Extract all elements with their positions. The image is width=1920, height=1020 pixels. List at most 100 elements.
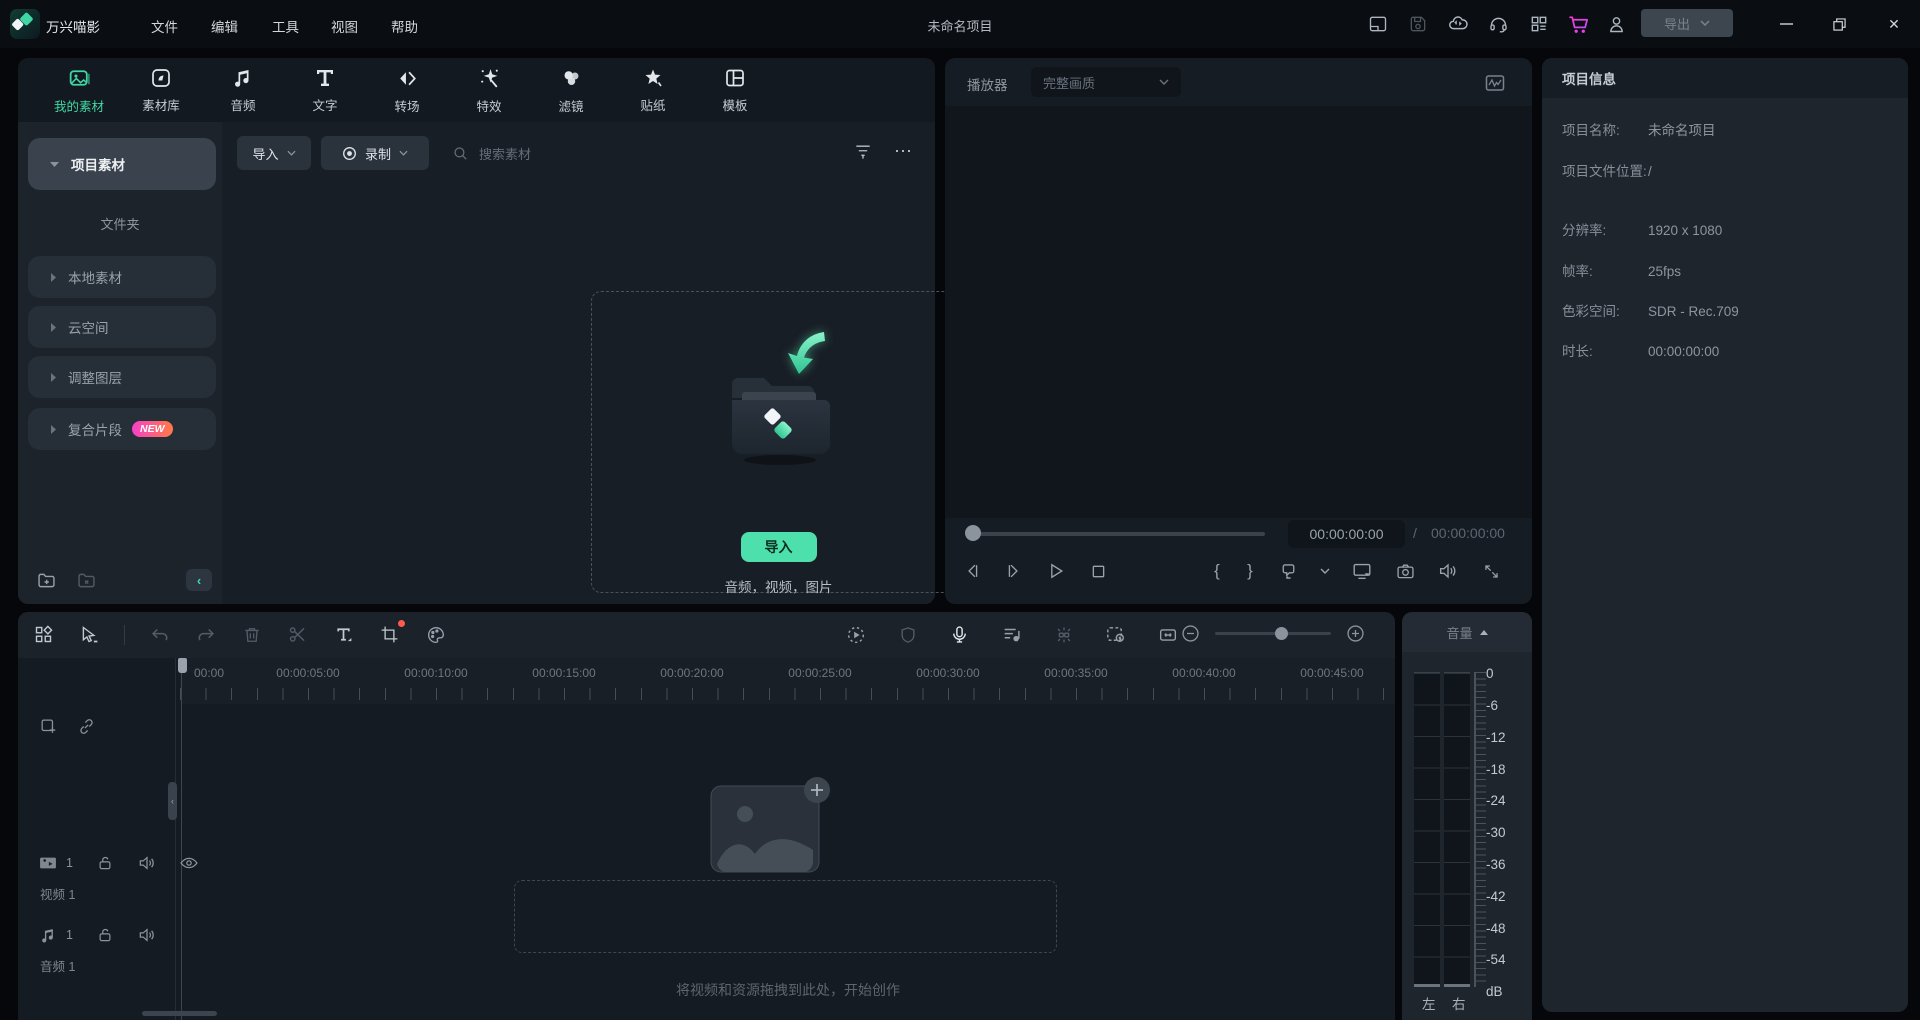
mute-speaker-icon[interactable] bbox=[1437, 560, 1459, 582]
lock-track-icon[interactable] bbox=[95, 925, 115, 945]
fullscreen-icon[interactable] bbox=[1480, 560, 1502, 582]
import-button[interactable]: 导入 bbox=[741, 532, 817, 562]
render-preview-icon[interactable] bbox=[844, 623, 867, 646]
play-icon[interactable] bbox=[1045, 560, 1067, 582]
lock-track-icon[interactable] bbox=[95, 853, 115, 873]
record-dropdown-button[interactable]: 录制 bbox=[321, 136, 429, 170]
secondary-display-icon[interactable] bbox=[1351, 560, 1373, 582]
add-to-timeline-icon[interactable] bbox=[38, 716, 58, 736]
sidebar-item-compound-clip[interactable]: 复合片段 NEW bbox=[28, 408, 216, 450]
layout-grid-icon[interactable] bbox=[1527, 12, 1551, 36]
previous-frame-icon[interactable] bbox=[961, 560, 983, 582]
sidebar-item-local-media[interactable]: 本地素材 bbox=[28, 256, 216, 298]
link-clips-icon[interactable] bbox=[76, 716, 96, 736]
player-viewport[interactable] bbox=[945, 106, 1532, 518]
tab-my-media[interactable]: 我的素材 bbox=[38, 58, 120, 122]
timeline-horizontal-scrollbar[interactable] bbox=[142, 1011, 217, 1016]
import-dropdown-button[interactable]: 导入 bbox=[237, 136, 311, 170]
chevron-down-icon[interactable] bbox=[1320, 568, 1330, 574]
delete-folder-icon[interactable] bbox=[74, 568, 98, 592]
restore-button[interactable] bbox=[1829, 14, 1849, 34]
timeline-dropzone[interactable] bbox=[514, 880, 1057, 953]
mark-out-icon[interactable]: } bbox=[1244, 561, 1256, 581]
split-scissors-icon[interactable] bbox=[286, 623, 309, 646]
scopes-icon[interactable] bbox=[1482, 70, 1508, 96]
sidebar-item-project-media[interactable]: 项目素材 bbox=[28, 138, 216, 190]
stop-icon[interactable] bbox=[1087, 560, 1109, 582]
tab-effects[interactable]: 特效 bbox=[448, 58, 530, 122]
hide-track-eye-icon[interactable] bbox=[179, 853, 199, 873]
tab-stock-media[interactable]: 素材库 bbox=[120, 58, 202, 122]
playback-quality-dropdown[interactable]: 完整画质 bbox=[1031, 67, 1181, 97]
current-timecode[interactable]: 00:00:00:00 bbox=[1288, 520, 1405, 548]
audio-mixer-icon[interactable] bbox=[1000, 623, 1023, 646]
next-frame-icon[interactable] bbox=[1003, 560, 1025, 582]
auto-ripple-icon[interactable] bbox=[1156, 623, 1179, 646]
export-button[interactable]: 导出 bbox=[1641, 9, 1733, 37]
seek-bar[interactable] bbox=[972, 532, 1265, 536]
sidebar-item-label: 项目素材 bbox=[71, 154, 125, 174]
tab-filters[interactable]: 滤镜 bbox=[530, 58, 612, 122]
mark-in-icon[interactable]: { bbox=[1211, 561, 1223, 581]
playhead-handle[interactable] bbox=[178, 658, 187, 673]
delete-icon[interactable] bbox=[240, 623, 263, 646]
search-input[interactable]: 搜索素材 bbox=[452, 136, 531, 170]
user-account-icon[interactable] bbox=[1604, 12, 1628, 36]
zoom-slider-handle[interactable] bbox=[1275, 627, 1288, 640]
volume-meter-panel: 音量 0 -6 -12 -18 -24 -30 -36 -42 -48 -54 … bbox=[1402, 612, 1532, 1020]
import-dropzone[interactable]: 导入 音频，视频，图片 bbox=[591, 291, 966, 593]
support-headset-icon[interactable] bbox=[1486, 12, 1510, 36]
info-label: 帧率: bbox=[1562, 263, 1648, 280]
save-icon[interactable] bbox=[1406, 12, 1430, 36]
crop-tool-icon[interactable] bbox=[378, 623, 401, 646]
playhead-line[interactable] bbox=[181, 658, 182, 1020]
zoom-out-icon[interactable] bbox=[1180, 623, 1201, 644]
info-label: 项目文件位置: bbox=[1562, 163, 1648, 180]
volume-header[interactable]: 音量 bbox=[1402, 612, 1532, 652]
mute-track-icon[interactable] bbox=[137, 925, 157, 945]
voiceover-mic-icon[interactable] bbox=[948, 623, 971, 646]
minimize-button[interactable] bbox=[1776, 14, 1796, 34]
timeline-zoom-slider[interactable] bbox=[1215, 632, 1331, 635]
sidebar-item-adjustment-layer[interactable]: 调整图层 bbox=[28, 356, 216, 398]
color-palette-icon[interactable] bbox=[424, 623, 447, 646]
snapshot-camera-icon[interactable] bbox=[1394, 560, 1416, 582]
undo-icon[interactable] bbox=[148, 623, 171, 646]
filter-funnel-icon[interactable] bbox=[852, 141, 874, 163]
track-header-collapse-handle[interactable]: ‹ bbox=[168, 782, 177, 820]
redo-icon[interactable] bbox=[194, 623, 217, 646]
tab-transition[interactable]: 转场 bbox=[366, 58, 448, 122]
cloud-sync-icon[interactable] bbox=[1446, 12, 1470, 36]
track-manager-icon[interactable] bbox=[32, 623, 55, 646]
transport-controls-left bbox=[961, 560, 1109, 582]
info-label: 分辨率: bbox=[1562, 222, 1648, 239]
more-options-icon[interactable]: ⋯ bbox=[894, 136, 918, 166]
pointer-tool-icon[interactable] bbox=[78, 623, 101, 646]
close-button[interactable]: ✕ bbox=[1884, 14, 1904, 34]
marker-icon[interactable] bbox=[1277, 560, 1299, 582]
text-tool-icon[interactable] bbox=[332, 623, 355, 646]
timeline-ruler[interactable]: 00:00 00:00:05:00 00:00:10:00 00:00:15:0… bbox=[180, 658, 1395, 704]
media-content: 导入 录制 搜索素材 ⋯ bbox=[222, 122, 935, 604]
seek-handle[interactable] bbox=[965, 525, 981, 541]
db-label: 0 bbox=[1486, 666, 1522, 681]
info-value: 1920 x 1080 bbox=[1648, 222, 1722, 239]
collapse-sidebar-button[interactable]: ‹ bbox=[186, 569, 212, 591]
detach-split-icon[interactable] bbox=[1052, 623, 1075, 646]
mute-track-icon[interactable] bbox=[137, 853, 157, 873]
tab-text[interactable]: 文字 bbox=[284, 58, 366, 122]
tab-label: 素材库 bbox=[142, 95, 180, 114]
new-folder-icon[interactable] bbox=[34, 568, 58, 592]
shield-icon[interactable] bbox=[896, 623, 919, 646]
info-value: / bbox=[1648, 163, 1652, 180]
shopping-cart-icon[interactable] bbox=[1566, 12, 1590, 36]
sidebar-item-cloud-space[interactable]: 云空间 bbox=[28, 306, 216, 348]
tab-stickers[interactable]: 贴纸 bbox=[612, 58, 694, 122]
tab-audio[interactable]: 音频 bbox=[202, 58, 284, 122]
tab-templates[interactable]: 模板 bbox=[694, 58, 776, 122]
tab-label: 文字 bbox=[312, 95, 337, 114]
caret-up-icon bbox=[1480, 630, 1488, 635]
screen-record-icon[interactable] bbox=[1104, 623, 1127, 646]
zoom-in-icon[interactable] bbox=[1345, 623, 1366, 644]
workspace-layout-icon[interactable] bbox=[1366, 12, 1390, 36]
